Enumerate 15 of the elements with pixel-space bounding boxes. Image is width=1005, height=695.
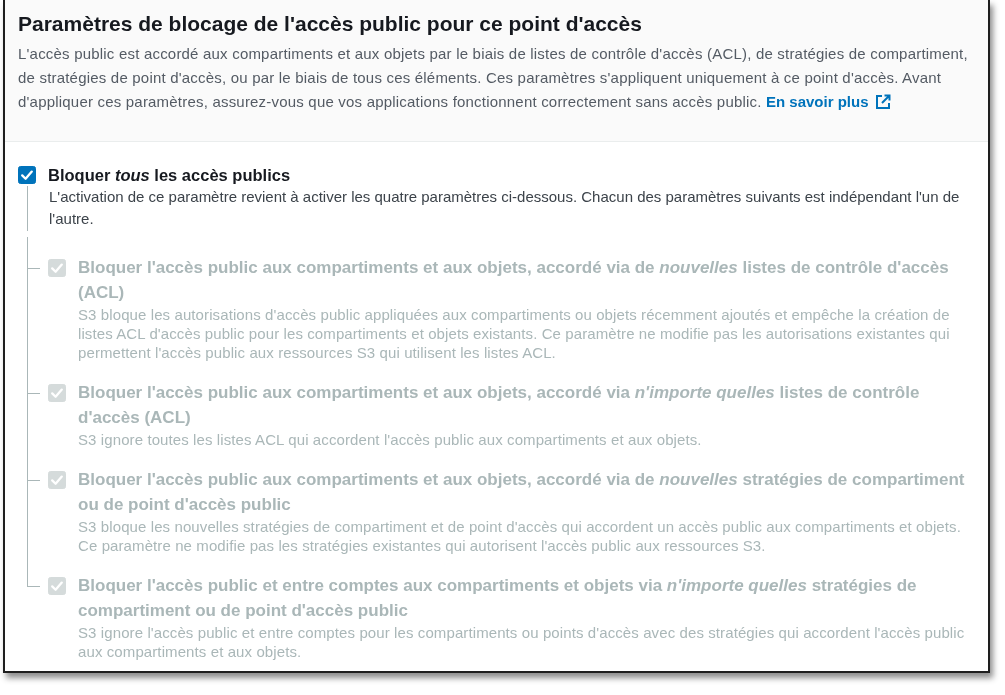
- description-text: S3 ignore l'accès public et entre comptes pour les compartiments ou points d'accès avec des stratégies qui accordent l'accès public aux compartiments et aux objets.: [78, 623, 966, 661]
- checkbox-label: Bloquer l'accès public aux compartiments et aux objets, accordé via de nouvelles stratégies de compartiment ou de point d'accès public: [78, 469, 966, 516]
- section-title: Paramètres de blocage de l'accès public pour ce point d'accès: [18, 11, 643, 37]
- checkbox-label: Bloquer l'accès public aux compartiments et aux objets, accordé via de nouvelles listes de contrôle d'accès (ACL): [78, 257, 950, 304]
- external-link-icon: [874, 94, 891, 110]
- description-text: L'activation de ce paramètre revient à activer les quatre paramètres ci-dessous. Chacun des paramètres suivants est indépendant l'un de l'autre.: [49, 187, 961, 229]
- description-text: S3 bloque les autorisations d'accès public appliquées aux compartiments ou objets récemment ajoutés et empêche la création de listes ACL d'accès public pour les compartiments et objets existants. Ce paramètre ne modifie pas les autorisations existantes qui permettent l'accès public aux ressources S3 qui utilisent les listes ACL.: [78, 305, 951, 362]
- description-text: L'accès public est accordé aux compartiments et aux objets par le biais de listes de contrôle d'accès (ACL), de stratégies de compartiment, de stratégies de point d'accès, ou par le biais de tous ces éléments. Ces paramètres s'appliquent uniquement à ce point d'accès. Avant d'appliquer ces paramètres, assurez-vous que vos applications fonctionnent correctement sans accès public. En savoir plus: [18, 44, 969, 112]
- checkbox[interactable]: [18, 166, 36, 184]
- description-text: S3 bloque les nouvelles stratégies de compartiment et de point d'accès qui accordent un accès public aux compartiments et objets. Ce paramètre ne modifie pas les stratégies existantes qui autorisent l'accès public aux ressources S3.: [78, 517, 962, 555]
- checkbox-label: Bloquer l'accès public et entre comptes aux compartiments et objets via n'importe quelles stratégies de compartiment ou de point d'accès public: [78, 575, 918, 622]
- checkbox-label: Bloquer tous les accès publics: [48, 165, 291, 186]
- learn-more-link[interactable]: En savoir plus: [766, 93, 891, 110]
- checkbox-label: Bloquer l'accès public aux compartiments et aux objets, accordé via n'importe quelles listes de contrôle d'accès (ACL): [78, 382, 921, 429]
- description-text: S3 ignore toutes les listes ACL qui accordent l'accès public aux compartiments et aux objets.: [78, 430, 703, 449]
